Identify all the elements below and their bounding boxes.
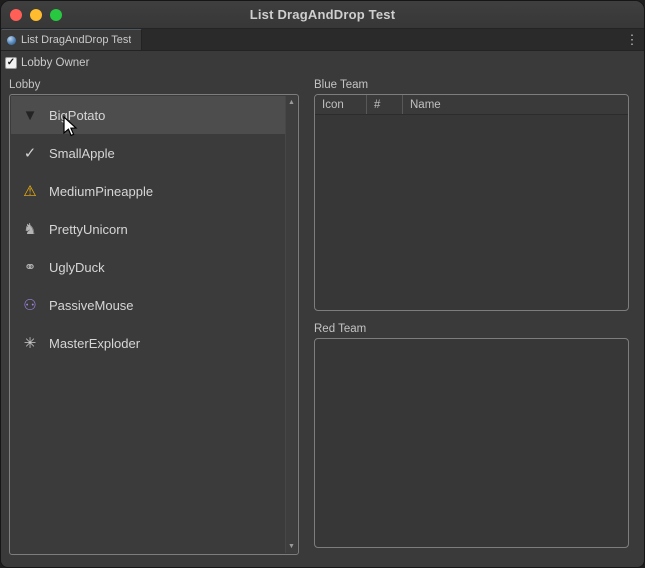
red-team-listview[interactable]	[314, 338, 629, 548]
list-item[interactable]: ⚇ PassiveMouse	[11, 286, 297, 324]
minimize-button[interactable]	[30, 9, 42, 21]
zoom-button[interactable]	[50, 9, 62, 21]
window-content: ✓ Lobby Owner Lobby ▼ BigPotato ✓ SmallA…	[1, 51, 644, 568]
lobby-listview[interactable]: ▼ BigPotato ✓ SmallApple ⚠ MediumPineapp…	[9, 94, 299, 555]
tab-menu-icon[interactable]: ⋮	[620, 29, 644, 50]
column-header-number[interactable]: #	[367, 95, 403, 114]
tab-bar: List DragAndDrop Test ⋮	[1, 29, 644, 51]
mouse-icon: ⚇	[20, 298, 40, 313]
column-header-icon[interactable]: Icon	[315, 95, 367, 114]
list-item-label: UglyDuck	[49, 260, 105, 275]
lobby-panel: Lobby ▼ BigPotato ✓ SmallApple ⚠	[9, 79, 299, 555]
traffic-lights	[10, 9, 62, 21]
foldout-triangle-icon: ▼	[20, 108, 40, 123]
list-item-label: MediumPineapple	[49, 184, 153, 199]
teams-panel: Blue Team Icon # Name Red Team	[314, 79, 629, 555]
list-item-label: MasterExploder	[49, 336, 140, 351]
lobby-owner-label: Lobby Owner	[21, 57, 89, 69]
lobby-title: Lobby	[9, 79, 299, 91]
window-title: List DragAndDrop Test	[250, 7, 396, 22]
list-item-label: SmallApple	[49, 146, 115, 161]
red-team-title: Red Team	[314, 323, 629, 335]
tab-list-draganddrop-test[interactable]: List DragAndDrop Test	[1, 29, 142, 50]
list-item-label: PassiveMouse	[49, 298, 134, 313]
duck-icon: ⚭	[20, 260, 40, 275]
check-icon: ✓	[20, 146, 40, 161]
scroll-down-icon[interactable]: ▼	[288, 540, 295, 553]
exploder-icon: ✳	[20, 336, 40, 351]
vertical-scrollbar[interactable]: ▲ ▼	[285, 96, 297, 553]
unicorn-icon: ♞	[20, 222, 40, 237]
lobby-rows: ▼ BigPotato ✓ SmallApple ⚠ MediumPineapp…	[11, 96, 285, 362]
list-item[interactable]: ✓ SmallApple	[11, 134, 297, 172]
list-item[interactable]: ⚠ MediumPineapple	[11, 172, 297, 210]
scrollbar-track[interactable]	[286, 109, 297, 540]
tab-icon	[7, 36, 16, 45]
blue-team-header: Icon # Name	[315, 95, 628, 115]
list-item[interactable]: ♞ PrettyUnicorn	[11, 210, 297, 248]
app-window: List DragAndDrop Test List DragAndDrop T…	[0, 0, 645, 568]
blue-team-listview[interactable]: Icon # Name	[314, 94, 629, 311]
split-view: Lobby ▼ BigPotato ✓ SmallApple ⚠	[1, 73, 644, 555]
lobby-owner-toggle[interactable]: ✓ Lobby Owner	[1, 53, 644, 73]
list-item[interactable]: ✳ MasterExploder	[11, 324, 297, 362]
list-item-label: PrettyUnicorn	[49, 222, 128, 237]
checkbox-checked-icon[interactable]: ✓	[5, 57, 17, 69]
tab-strip-spacer	[142, 29, 620, 50]
list-item[interactable]: ⚭ UglyDuck	[11, 248, 297, 286]
tab-label: List DragAndDrop Test	[21, 34, 131, 46]
blue-team-title: Blue Team	[314, 79, 629, 91]
scroll-up-icon[interactable]: ▲	[288, 96, 295, 109]
close-button[interactable]	[10, 9, 22, 21]
title-bar[interactable]: List DragAndDrop Test	[1, 1, 644, 29]
column-header-name[interactable]: Name	[403, 95, 628, 114]
list-item[interactable]: ▼ BigPotato	[11, 96, 297, 134]
list-item-label: BigPotato	[49, 108, 105, 123]
warning-icon: ⚠	[20, 184, 40, 199]
